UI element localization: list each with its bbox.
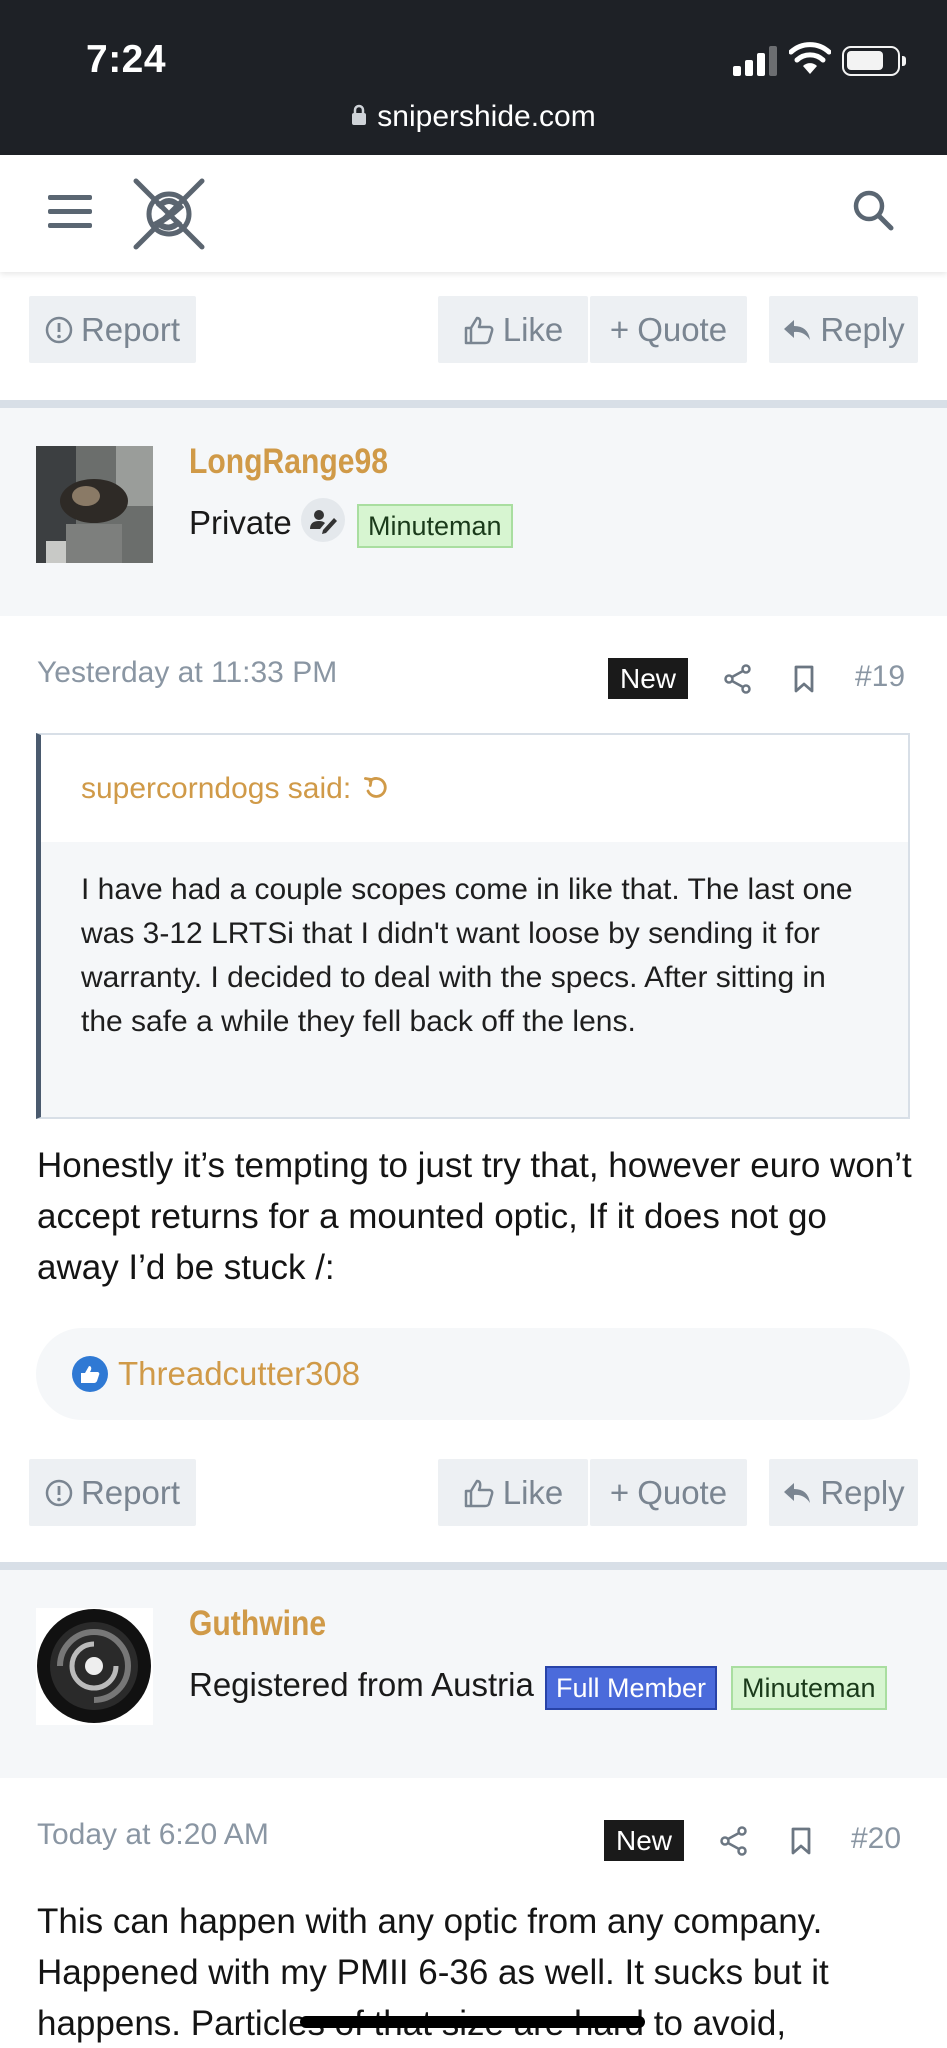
- plus-icon: +: [609, 310, 630, 348]
- new-badge: New: [608, 658, 689, 699]
- report-label: Report: [80, 310, 181, 348]
- quote-button[interactable]: + Quote: [590, 1459, 747, 1526]
- quote-header[interactable]: supercorndogs said:: [41, 735, 908, 842]
- reply-button[interactable]: Reply: [769, 1459, 918, 1526]
- like-label: Like: [502, 1473, 564, 1511]
- thumbs-up-icon: [464, 1479, 494, 1507]
- post-date[interactable]: Today at 6:20 AM: [37, 1818, 269, 1852]
- post-separator: [0, 400, 947, 408]
- quote-block: supercorndogs said: I have had a couple …: [36, 733, 910, 1119]
- post-date[interactable]: Yesterday at 11:33 PM: [37, 656, 337, 690]
- cellular-signal-icon: [733, 46, 777, 76]
- reactions-bar: Threadcutter308: [36, 1328, 910, 1420]
- quote-text: I have had a couple scopes come in like …: [81, 873, 853, 1038]
- plus-icon: +: [609, 1473, 630, 1511]
- url-text: snipershide.com: [377, 100, 596, 133]
- site-logo[interactable]: [128, 173, 210, 255]
- avatar[interactable]: [36, 1608, 153, 1725]
- like-reaction-icon: [72, 1356, 108, 1392]
- reply-label: Reply: [820, 1473, 905, 1511]
- status-bar: 7:24 snipershide.com: [0, 0, 947, 155]
- user-block: Guthwine Registered from Austria Full Me…: [0, 1570, 947, 1778]
- alert-circle-icon: [45, 316, 73, 343]
- user-role-icon: [301, 498, 345, 542]
- new-badge: New: [604, 1820, 685, 1861]
- go-to-quote-icon[interactable]: [363, 776, 389, 802]
- report-label: Report: [80, 1473, 181, 1511]
- post-separator: [0, 1562, 947, 1570]
- lock-icon: [352, 104, 367, 126]
- user-banner-minuteman: Minuteman: [731, 1666, 887, 1710]
- like-button[interactable]: Like: [438, 296, 588, 363]
- share-icon[interactable]: [720, 1826, 748, 1856]
- user-title: Private: [189, 504, 292, 541]
- user-block: LongRange98 Private Minuteman: [0, 408, 947, 616]
- reply-button[interactable]: Reply: [769, 296, 918, 363]
- reply-label: Reply: [820, 310, 905, 348]
- user-banner-full-member: Full Member: [545, 1666, 718, 1710]
- reaction-user[interactable]: Threadcutter308: [118, 1355, 360, 1393]
- report-button[interactable]: Report: [29, 296, 196, 363]
- wifi-icon: [789, 42, 831, 74]
- quote-author[interactable]: supercorndogs said:: [81, 772, 351, 806]
- quote-label: Quote: [637, 1473, 728, 1511]
- user-title: Registered from Austria: [189, 1666, 534, 1703]
- username[interactable]: Guthwine: [189, 1604, 326, 1644]
- report-button[interactable]: Report: [29, 1459, 196, 1526]
- username[interactable]: LongRange98: [189, 442, 388, 482]
- post-number[interactable]: #19: [855, 660, 905, 694]
- thumbs-up-icon: [464, 316, 494, 344]
- alert-circle-icon: [45, 1479, 73, 1506]
- status-time: 7:24: [86, 38, 167, 81]
- bookmark-icon[interactable]: [793, 665, 815, 693]
- like-button[interactable]: Like: [438, 1459, 588, 1526]
- site-header: [0, 155, 947, 272]
- post-body: Honestly it’s tempting to just try that,…: [37, 1146, 912, 1287]
- bookmark-icon[interactable]: [790, 1827, 812, 1855]
- post-number[interactable]: #20: [851, 1822, 901, 1856]
- avatar[interactable]: [36, 446, 153, 563]
- reply-arrow-icon: [784, 319, 811, 340]
- battery-icon: [842, 46, 906, 76]
- reply-arrow-icon: [784, 1482, 811, 1503]
- quote-button[interactable]: + Quote: [590, 296, 747, 363]
- search-icon[interactable]: [852, 189, 894, 231]
- share-icon[interactable]: [724, 664, 752, 694]
- menu-icon[interactable]: [48, 195, 92, 229]
- address-bar[interactable]: snipershide.com: [0, 100, 947, 134]
- home-indicator[interactable]: [300, 2016, 645, 2028]
- user-banner-minuteman: Minuteman: [357, 504, 513, 548]
- quote-label: Quote: [637, 310, 728, 348]
- like-label: Like: [502, 310, 564, 348]
